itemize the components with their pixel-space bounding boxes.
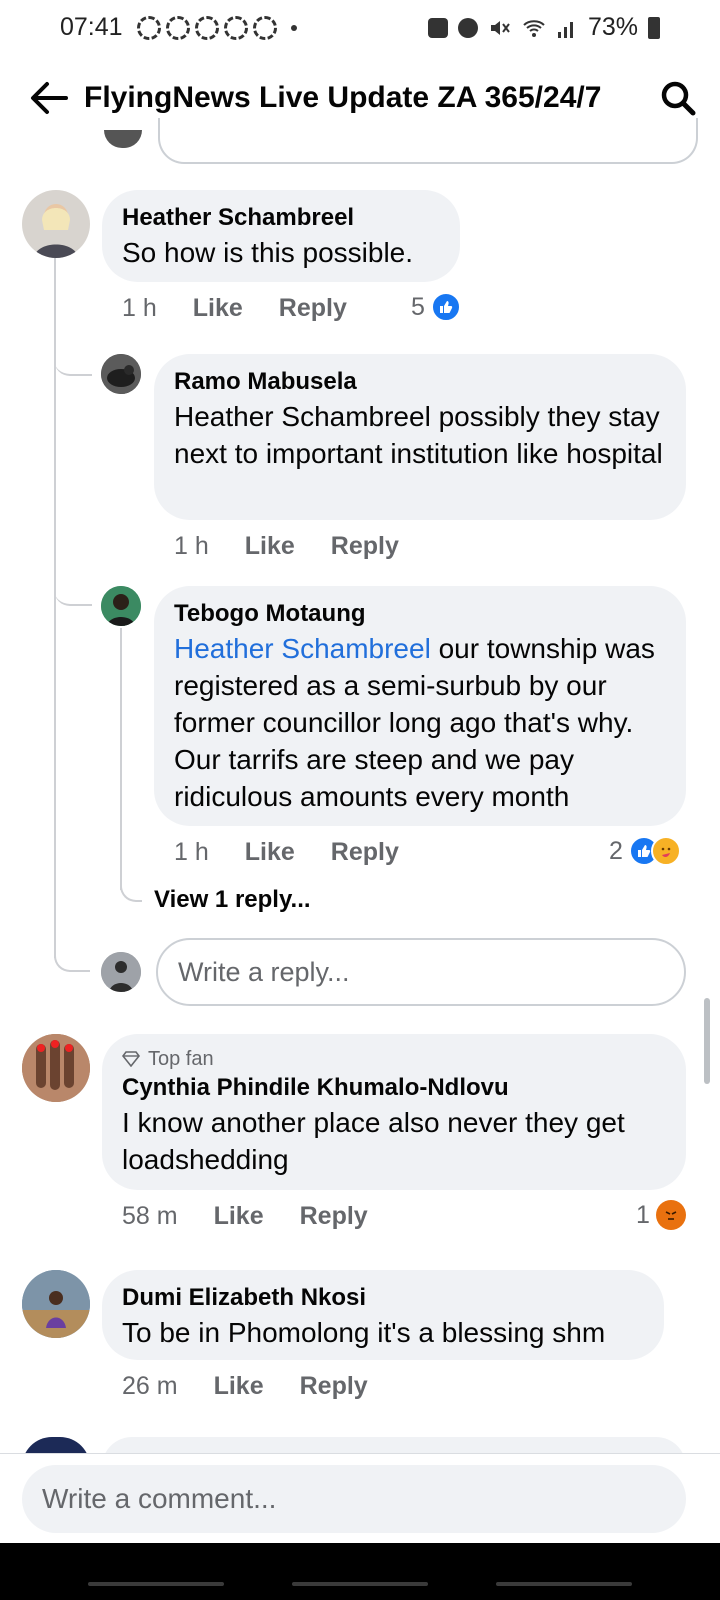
- commenter-name[interactable]: Cynthia Phindile Khumalo-Ndlovu: [122, 1072, 666, 1104]
- battery-percent: 73%: [587, 13, 638, 41]
- commenter-name[interactable]: Ramo Mabusela: [174, 366, 666, 398]
- reaction-summary[interactable]: 2: [609, 836, 681, 866]
- avatar[interactable]: [22, 1034, 90, 1102]
- care-reaction-icon: [650, 836, 681, 866]
- commenter-name[interactable]: Heather Schambreel: [122, 202, 440, 234]
- reaction-count: 5: [411, 292, 425, 321]
- nav-back-button[interactable]: [496, 1582, 632, 1586]
- avatar[interactable]: [101, 586, 141, 626]
- battery-icon: [648, 16, 660, 39]
- avatar[interactable]: [22, 190, 90, 258]
- reaction-summary[interactable]: 1: [636, 1200, 686, 1230]
- thread-line: [120, 628, 122, 890]
- notification-icons: [136, 15, 277, 40]
- reply-placeholder: Write a reply...: [178, 956, 350, 987]
- comment-time[interactable]: 1 h: [174, 838, 209, 867]
- avatar: [104, 130, 142, 148]
- comment-actions: 58 m Like Reply: [122, 1202, 404, 1231]
- thread-connector: [54, 950, 90, 972]
- comment-placeholder: Write a comment...: [42, 1482, 277, 1514]
- comment-bubble: Ramo Mabusela Heather Schambreel possibl…: [154, 354, 686, 520]
- comment-composer: Write a comment...: [0, 1453, 720, 1543]
- status-left: 07:41: [60, 13, 297, 42]
- comment-text: To be in Phomolong it's a blessing shm: [122, 1317, 606, 1348]
- signal-icon: [557, 21, 573, 38]
- comment-text: Heather Schambreel our township was regi…: [174, 630, 666, 815]
- nav-recents-button[interactable]: [88, 1582, 224, 1586]
- lock-icon: [427, 17, 448, 38]
- like-button[interactable]: Like: [193, 294, 243, 323]
- alarm-icon: [457, 17, 478, 38]
- system-nav-bar: [0, 1543, 720, 1600]
- angry-reaction-icon: [655, 1200, 686, 1230]
- reply-button[interactable]: Reply: [331, 838, 399, 867]
- top-fan-badge: Top fan: [122, 1046, 666, 1072]
- comment-time[interactable]: 26 m: [122, 1372, 178, 1401]
- thread-connector: [54, 352, 92, 376]
- nav-home-button[interactable]: [292, 1582, 428, 1586]
- more-notifications-icon: [290, 24, 297, 31]
- scrollbar[interactable]: [704, 998, 710, 1084]
- recycle-icon: [252, 15, 277, 40]
- comment-actions: 1 h Like Reply: [122, 294, 383, 323]
- mention-link[interactable]: Heather Schambreel: [174, 633, 431, 664]
- reply-button[interactable]: Reply: [331, 532, 399, 561]
- search-icon: [661, 81, 696, 116]
- commenter-name[interactable]: Dumi Elizabeth Nkosi: [122, 1282, 644, 1314]
- reply-input[interactable]: Write a reply...: [156, 938, 686, 1006]
- like-button[interactable]: Like: [214, 1372, 264, 1401]
- comment-bubble: Heather Schambreel So how is this possib…: [102, 190, 460, 282]
- mute-icon: [490, 20, 510, 35]
- reply-button[interactable]: Reply: [300, 1202, 368, 1231]
- search-button[interactable]: [656, 76, 700, 120]
- avatar[interactable]: [22, 1270, 90, 1338]
- commenter-name[interactable]: Tebogo Motaung: [174, 598, 666, 630]
- reply-input-partial[interactable]: [158, 118, 698, 164]
- recycle-icon: [223, 15, 248, 40]
- comment-actions: 26 m Like Reply: [122, 1372, 404, 1401]
- comment-input[interactable]: Write a comment...: [22, 1464, 686, 1533]
- comment-bubble: Top fan Cynthia Phindile Khumalo-Ndlovu …: [102, 1034, 686, 1190]
- status-time: 07:41: [60, 13, 123, 41]
- view-replies-link[interactable]: View 1 reply...: [154, 886, 311, 914]
- like-reaction-icon: [430, 292, 461, 322]
- wifi-icon: [523, 19, 545, 37]
- thread-connector: [120, 880, 142, 902]
- comment-text: I know another place also never they get…: [122, 1107, 625, 1175]
- avatar[interactable]: [101, 354, 141, 394]
- recycle-icon: [136, 15, 161, 40]
- comment-text: Heather Schambreel possibly they stay ne…: [174, 401, 663, 469]
- avatar: [101, 952, 141, 992]
- comment-time[interactable]: 1 h: [122, 294, 157, 323]
- recycle-icon: [194, 15, 219, 40]
- comment-actions: 1 h Like Reply: [174, 532, 435, 561]
- thread-connector: [54, 582, 92, 606]
- page-title: FlyingNews Live Update ZA 365/24/7: [84, 81, 602, 114]
- like-button[interactable]: Like: [214, 1202, 264, 1231]
- status-bar: 07:41 73%: [0, 0, 720, 55]
- arrow-left-icon: [31, 82, 68, 114]
- reaction-summary[interactable]: 5: [411, 292, 461, 322]
- diamond-icon: [122, 1051, 140, 1067]
- reply-button[interactable]: Reply: [279, 294, 347, 323]
- recycle-icon: [165, 15, 190, 40]
- reaction-count: 2: [609, 836, 623, 865]
- comment-actions: 1 h Like Reply: [174, 838, 435, 867]
- badge-label: Top fan: [148, 1048, 214, 1070]
- comment-text: So how is this possible.: [122, 237, 414, 268]
- comment-bubble: Tebogo Motaung Heather Schambreel our to…: [154, 586, 686, 826]
- back-button[interactable]: [28, 77, 70, 119]
- comment-time[interactable]: 58 m: [122, 1202, 178, 1231]
- like-button[interactable]: Like: [245, 532, 295, 561]
- status-right: 73%: [427, 13, 660, 42]
- comment-time[interactable]: 1 h: [174, 532, 209, 561]
- like-button[interactable]: Like: [245, 838, 295, 867]
- comment-bubble: Dumi Elizabeth Nkosi To be in Phomolong …: [102, 1270, 664, 1360]
- reaction-count: 1: [636, 1200, 650, 1229]
- reply-button[interactable]: Reply: [300, 1372, 368, 1401]
